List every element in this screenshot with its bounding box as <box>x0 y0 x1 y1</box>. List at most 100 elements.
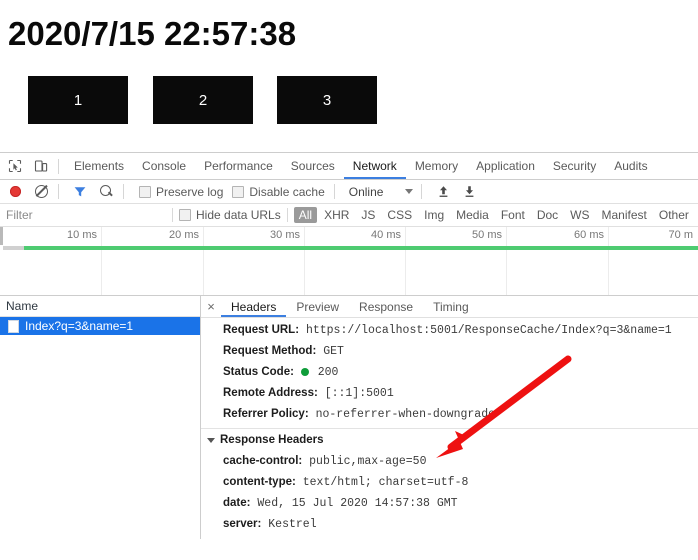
header-key: Remote Address: <box>223 387 318 399</box>
timeline-gridline <box>608 227 609 295</box>
preserve-log-checkbox[interactable]: Preserve log <box>139 185 223 199</box>
timeline-tick-label: 70 m <box>668 229 693 241</box>
response-headers-section-toggle[interactable]: Response Headers <box>201 430 698 451</box>
devtools-tabbar: Elements Console Performance Sources Network… <box>0 153 698 180</box>
toolbar-divider <box>421 184 423 199</box>
resource-filter-other[interactable]: Other <box>654 207 694 223</box>
devtools-panel: Elements Console Performance Sources Network… <box>0 152 698 560</box>
tab-network[interactable]: Network <box>344 154 406 179</box>
resource-filter-xhr[interactable]: XHR <box>319 207 354 223</box>
timeline-tick-label: 40 ms <box>371 229 401 241</box>
header-line: Request URL: https://localhost:5001/Resp… <box>201 320 698 341</box>
checkbox-box <box>232 185 245 198</box>
browser-page-content: 2020/7/15 22:57:38 1 2 3 <box>0 0 698 152</box>
header-line: status: 200 <box>201 535 698 539</box>
resource-filter-manifest[interactable]: Manifest <box>597 207 652 223</box>
tab-application[interactable]: Application <box>467 154 544 179</box>
search-icon[interactable] <box>95 181 117 203</box>
page-button-row: 1 2 3 <box>0 76 698 124</box>
response-headers-title: Response Headers <box>220 434 324 446</box>
header-value: 200 <box>317 366 339 379</box>
header-key: server: <box>223 518 262 530</box>
timeline-network-bar <box>24 246 698 250</box>
detail-tab-headers[interactable]: Headers <box>221 297 286 317</box>
tab-audits[interactable]: Audits <box>605 154 656 179</box>
toolbar-divider <box>58 184 59 199</box>
resource-filter-img[interactable]: Img <box>419 207 449 223</box>
timeline-tick-label: 60 ms <box>574 229 604 241</box>
header-line: content-type: text/html; charset=utf-8 <box>201 472 698 493</box>
checkbox-box <box>139 185 151 198</box>
record-button[interactable] <box>4 181 26 203</box>
header-value: Wed, 15 Jul 2020 14:57:38 GMT <box>257 497 458 510</box>
timeline-gridline <box>405 227 406 295</box>
request-name-column-header[interactable]: Name <box>0 296 200 317</box>
resource-filter-ws[interactable]: WS <box>565 207 594 223</box>
tab-memory[interactable]: Memory <box>406 154 467 179</box>
export-har-icon[interactable] <box>458 181 480 203</box>
resource-filter-js[interactable]: JS <box>356 207 380 223</box>
header-key: cache-control: <box>223 455 303 467</box>
tab-performance[interactable]: Performance <box>195 154 282 179</box>
detail-tab-timing[interactable]: Timing <box>423 297 479 317</box>
detail-tab-preview[interactable]: Preview <box>286 297 349 317</box>
header-value: text/html; charset=utf-8 <box>302 476 469 489</box>
response-headers-list: cache-control: public,max-age=50 content-… <box>201 451 698 539</box>
timeline-gridline <box>101 227 102 295</box>
timeline-tick-label: 30 ms <box>270 229 300 241</box>
chevron-down-icon <box>405 189 414 194</box>
page-button-2[interactable]: 2 <box>153 76 253 124</box>
disable-cache-checkbox[interactable]: Disable cache <box>232 184 325 199</box>
page-button-1[interactable]: 1 <box>28 76 128 124</box>
page-button-3[interactable]: 3 <box>277 76 377 124</box>
header-line: cache-control: public,max-age=50 <box>201 451 698 472</box>
preserve-log-label: Preserve log <box>156 184 224 199</box>
resource-filter-all[interactable]: All <box>293 207 318 223</box>
general-headers-list: Request URL: https://localhost:5001/Resp… <box>201 320 698 425</box>
resource-filter-doc[interactable]: Doc <box>532 207 563 223</box>
import-har-icon[interactable] <box>432 181 454 203</box>
tab-sources[interactable]: Sources <box>282 154 344 179</box>
tab-security[interactable]: Security <box>544 154 605 179</box>
timeline-gridline <box>506 227 507 295</box>
timeline-tick-label: 10 ms <box>67 229 97 241</box>
status-ok-dot-icon <box>300 368 309 376</box>
timeline-left-handle[interactable] <box>0 227 3 245</box>
header-key: Status Code: <box>223 366 294 378</box>
resource-filter-font[interactable]: Font <box>496 207 530 223</box>
hide-data-urls-checkbox[interactable]: Hide data URLs <box>179 208 281 222</box>
toolbar-divider <box>123 184 124 199</box>
header-key: Request URL: <box>223 324 300 336</box>
network-timeline-overview[interactable]: 10 ms 20 ms 30 ms 40 ms 50 ms 60 ms 70 m <box>0 227 698 296</box>
header-line: Referrer Policy: no-referrer-when-downgr… <box>201 404 698 425</box>
header-line: Status Code: 200 <box>201 362 698 383</box>
header-key: date: <box>223 497 251 509</box>
filterbar-divider <box>286 208 288 222</box>
tab-console[interactable]: Console <box>133 154 195 179</box>
header-line: Request Method: GET <box>201 341 698 362</box>
close-icon[interactable]: × <box>201 299 221 314</box>
request-row-index[interactable]: Index?q=3&name=1 <box>0 317 200 335</box>
detail-body: Request URL: https://localhost:5001/Resp… <box>201 318 698 539</box>
request-name-label: Index?q=3&name=1 <box>25 319 134 333</box>
resource-filter-media[interactable]: Media <box>451 207 494 223</box>
tab-elements[interactable]: Elements <box>65 154 133 179</box>
inspect-element-icon[interactable] <box>4 155 26 177</box>
header-key: content-type: <box>223 476 296 488</box>
screenshot-root: 2020/7/15 22:57:38 1 2 3 Elements Consol… <box>0 0 698 560</box>
filter-icon[interactable] <box>69 181 91 203</box>
timeline-gridline <box>304 227 305 295</box>
timeline-idle-segment <box>3 246 24 250</box>
chevron-down-icon <box>207 438 215 443</box>
header-value: public,max-age=50 <box>309 455 427 468</box>
detail-tab-response[interactable]: Response <box>349 297 423 317</box>
header-key: Referrer Policy: <box>223 408 309 420</box>
document-icon <box>8 319 19 333</box>
disable-cache-label: Disable cache <box>249 184 325 199</box>
resource-filter-css[interactable]: CSS <box>382 207 417 223</box>
header-value: GET <box>323 345 344 358</box>
throttle-select[interactable]: Online <box>349 185 414 199</box>
filter-input[interactable] <box>6 206 166 224</box>
device-toolbar-icon[interactable] <box>30 155 52 177</box>
clear-button[interactable] <box>30 181 52 203</box>
